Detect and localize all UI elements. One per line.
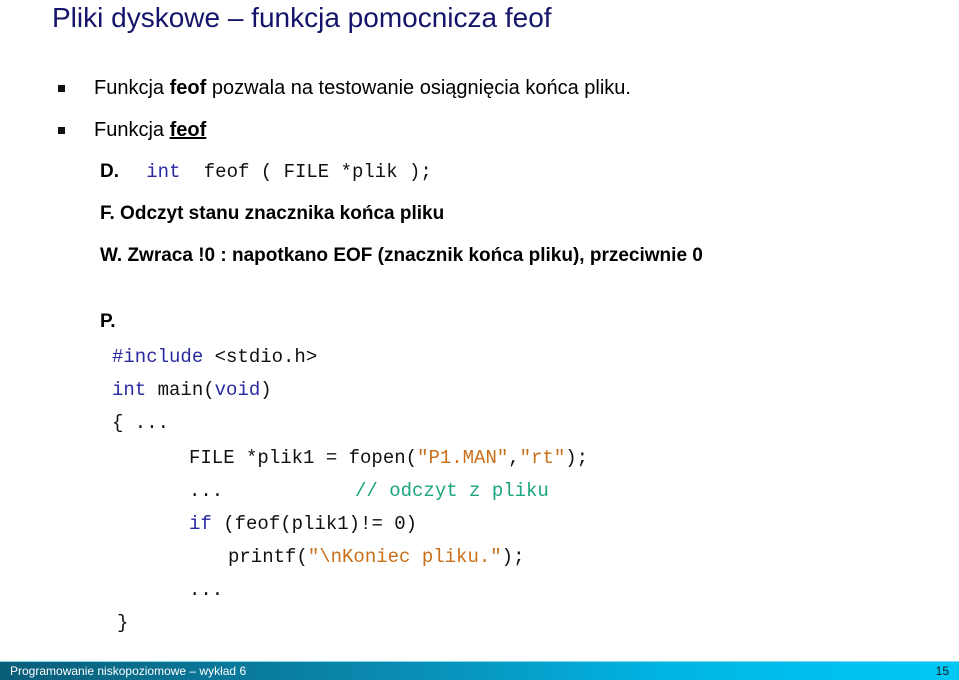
code-keyword: #include <box>112 346 204 368</box>
code-text: (feof(plik1)!= 0) <box>211 513 418 535</box>
code-line-printf: printf("\nKoniec pliku."); <box>228 545 524 569</box>
code-line-ellipsis: ... <box>189 579 224 601</box>
function-name: feof <box>169 77 207 99</box>
code-string: "P1.MAN" <box>417 447 509 469</box>
code-line-include: #include <stdio.h> <box>112 345 317 369</box>
code-keyword: if <box>189 513 212 535</box>
function-name-underlined: feof <box>169 119 207 141</box>
bullet-text: Funkcja feof pozwala na testowanie osiąg… <box>94 76 631 100</box>
code-text: ) <box>260 379 272 401</box>
declaration-line: D. int feof ( FILE *plik ); <box>100 160 432 184</box>
declaration-keyword: int <box>146 161 181 183</box>
code-keyword: void <box>214 379 261 401</box>
declaration-label: D. <box>100 161 119 182</box>
bullet-suffix: pozwala na testowanie osiągnięcia końca … <box>206 77 631 99</box>
bullet-prefix: Funkcja <box>94 77 170 99</box>
code-string: "\nKoniec pliku." <box>307 546 502 568</box>
code-line-main: int main(void) <box>112 378 272 402</box>
code-text: ); <box>565 447 589 469</box>
code-line-fopen: FILE *plik1 = fopen("P1.MAN","rt"); <box>189 446 588 470</box>
code-text: <stdio.h> <box>203 346 318 368</box>
code-comment: // odczyt z pliku <box>355 480 549 502</box>
bullet-text: Funkcja feof <box>94 118 206 142</box>
code-string: "rt" <box>519 447 566 469</box>
footer-course-title: Programowanie niskopoziomowe – wykład 6 <box>10 664 247 678</box>
square-bullet-icon <box>58 85 65 92</box>
slide-footer: Programowanie niskopoziomowe – wykład 6 … <box>0 661 959 680</box>
code-text: printf( <box>228 546 308 568</box>
function-description: F. Odczyt stanu znacznika końca pliku <box>100 203 445 224</box>
code-text: , <box>508 447 520 469</box>
bullet-prefix: Funkcja <box>94 119 170 141</box>
code-line-open-brace: { ... <box>112 412 170 434</box>
example-label: P. <box>100 311 116 332</box>
code-line-close-brace: } <box>117 612 129 634</box>
code-ellipsis: ... <box>189 480 224 502</box>
square-bullet-icon <box>58 127 65 134</box>
code-line-comment: ... // odczyt z pliku <box>189 479 549 503</box>
declaration-signature: feof ( FILE *plik ); <box>203 161 432 183</box>
code-text: main( <box>146 379 215 401</box>
footer-page-number: 15 <box>935 664 949 678</box>
code-text: ); <box>501 546 525 568</box>
slide-title: Pliki dyskowe – funkcja pomocnicza feof <box>52 2 552 33</box>
code-line-if: if (feof(plik1)!= 0) <box>189 512 417 536</box>
code-text: FILE *plik1 = fopen( <box>189 447 418 469</box>
code-keyword: int <box>112 379 147 401</box>
return-description: W. Zwraca !0 : napotkano EOF (znacznik k… <box>100 245 703 266</box>
